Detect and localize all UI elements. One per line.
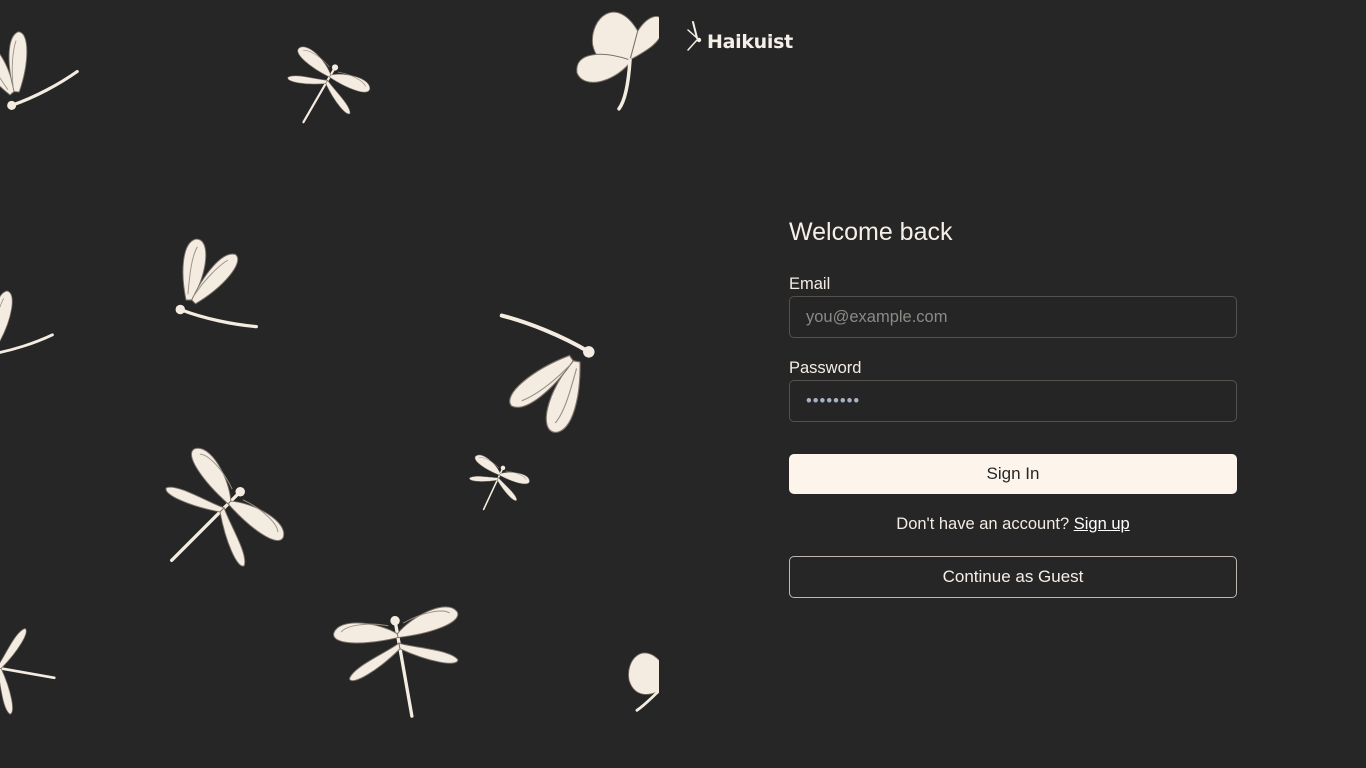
page-title: Welcome back	[789, 218, 953, 246]
brand-name: Haikuist	[707, 31, 793, 53]
dragonfly-logo-icon	[687, 21, 702, 51]
flower-icon	[576, 11, 659, 111]
email-field[interactable]	[789, 296, 1237, 338]
butterfly-icon	[0, 6, 79, 123]
illustration-panel	[0, 0, 659, 768]
butterfly-icon	[483, 316, 598, 437]
dragonfly-icon	[455, 452, 532, 523]
password-field[interactable]	[789, 380, 1237, 422]
password-label: Password	[789, 359, 862, 377]
signup-prompt-text: Don't have an account?	[896, 515, 1074, 533]
flower-icon	[628, 652, 659, 712]
login-form: Welcome back Email Password Sign In Don'…	[789, 214, 1237, 598]
login-page: Haikuist Welcome back Email Password Sig…	[0, 0, 1366, 768]
butterfly-icon	[173, 237, 258, 329]
email-label: Email	[789, 275, 831, 293]
dragonfly-icon	[330, 602, 476, 729]
signup-prompt-row: Don't have an account? Sign up	[789, 512, 1237, 536]
butterfly-icon	[0, 269, 54, 371]
sign-up-link[interactable]: Sign up	[1074, 515, 1130, 533]
dragonfly-pattern	[0, 6, 659, 729]
dragonfly-icon	[125, 441, 291, 607]
dragonfly-icon	[0, 613, 65, 729]
brand-logo[interactable]: Haikuist	[687, 20, 793, 54]
dragonfly-icon	[266, 42, 374, 144]
sign-in-button[interactable]: Sign In	[789, 454, 1237, 494]
continue-as-guest-button[interactable]: Continue as Guest	[789, 556, 1237, 598]
